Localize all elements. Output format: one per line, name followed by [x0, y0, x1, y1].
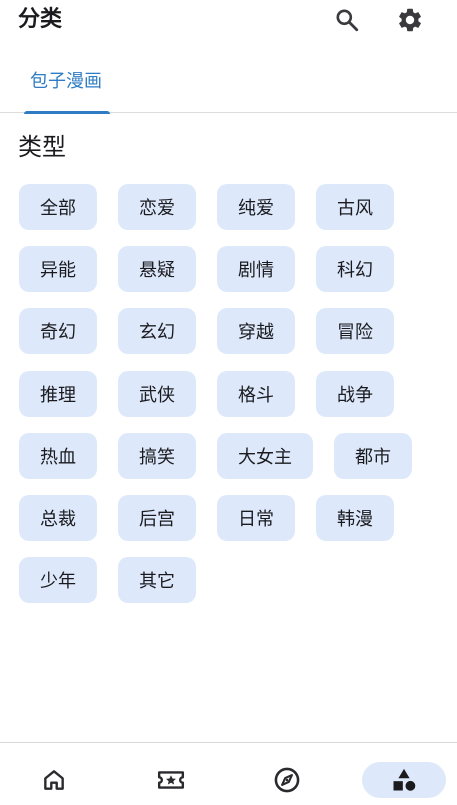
category-chip[interactable]: 纯爱	[217, 184, 295, 230]
category-chip[interactable]: 推理	[19, 371, 97, 417]
category-chip[interactable]: 都市	[334, 433, 412, 479]
category-chip[interactable]: 玄幻	[118, 308, 196, 354]
category-chip[interactable]: 悬疑	[118, 246, 196, 292]
category-chip[interactable]: 韩漫	[316, 495, 394, 541]
ticket-star-icon	[157, 771, 185, 789]
category-chip[interactable]: 其它	[118, 557, 196, 603]
category-chip[interactable]: 冒险	[316, 308, 394, 354]
category-chip[interactable]: 剧情	[217, 246, 295, 292]
category-chips: 全部 恋爱 纯爱 古风 异能 悬疑 剧情 科幻 奇幻 玄幻 穿越 冒险 推理 武…	[0, 0, 457, 805]
category-chip[interactable]: 古风	[316, 184, 394, 230]
bottom-navigation	[0, 742, 457, 805]
category-chip[interactable]: 后宫	[118, 495, 196, 541]
category-chip[interactable]: 格斗	[217, 371, 295, 417]
nav-category[interactable]	[362, 762, 446, 798]
home-icon	[44, 770, 64, 790]
category-chip[interactable]: 穿越	[217, 308, 295, 354]
category-chip[interactable]: 武侠	[118, 371, 196, 417]
nav-home[interactable]	[12, 762, 96, 798]
category-chip[interactable]: 战争	[316, 371, 394, 417]
category-chip[interactable]: 日常	[217, 495, 295, 541]
category-chip[interactable]: 恋爱	[118, 184, 196, 230]
category-chip[interactable]: 总裁	[19, 495, 97, 541]
category-chip[interactable]: 少年	[19, 557, 97, 603]
nav-explore[interactable]	[245, 762, 329, 798]
category-chip[interactable]: 搞笑	[118, 433, 196, 479]
category-chip[interactable]: 大女主	[217, 433, 313, 479]
compass-icon	[274, 767, 300, 793]
category-chip[interactable]: 热血	[19, 433, 97, 479]
category-chip[interactable]: 奇幻	[19, 308, 97, 354]
category-chip[interactable]: 异能	[19, 246, 97, 292]
category-chip[interactable]: 全部	[19, 184, 97, 230]
nav-ticket[interactable]	[129, 762, 213, 798]
shapes-icon	[393, 768, 416, 791]
category-chip[interactable]: 科幻	[316, 246, 394, 292]
